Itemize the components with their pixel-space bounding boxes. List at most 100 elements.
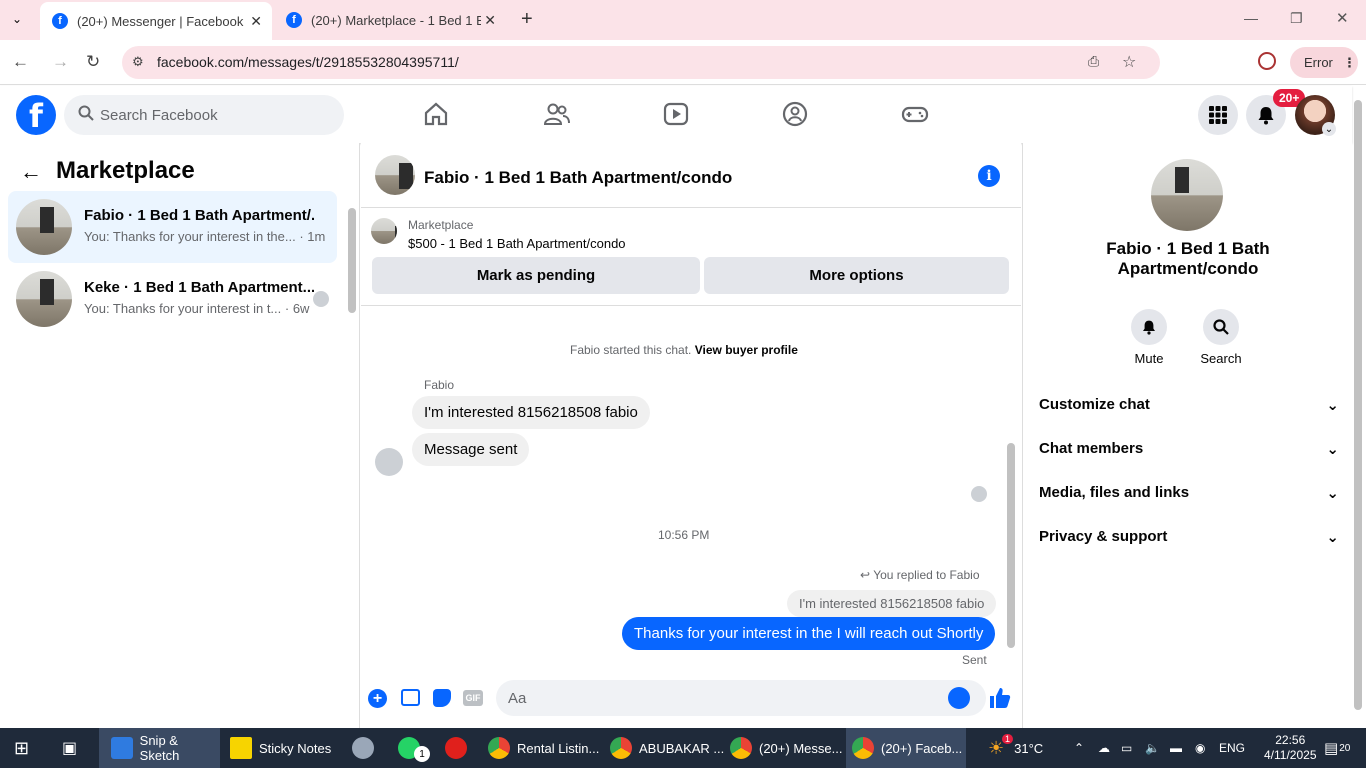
quoted-message[interactable]: I'm interested 8156218508 fabio: [787, 590, 997, 617]
section-chat-members[interactable]: Chat members ⌄: [1039, 440, 1339, 458]
details-name: Fabio · 1 Bed 1 Bath Apartment/condo: [1106, 239, 1270, 278]
info-icon[interactable]: i: [978, 165, 1000, 187]
plus-icon[interactable]: +: [368, 689, 387, 708]
more-options-button[interactable]: More options: [704, 257, 1009, 294]
tab-search-chevron-icon[interactable]: ⌄: [12, 12, 22, 26]
reload-icon[interactable]: ↻: [86, 52, 100, 72]
search-action[interactable]: Search: [1191, 309, 1251, 366]
forward-arrow-icon[interactable]: →: [52, 52, 69, 72]
conversation-name: Fabio · 1 Bed 1 Bath Apartment/...: [84, 207, 314, 224]
taskbar-whatsapp[interactable]: 1: [398, 728, 430, 768]
taskbar-sticky-notes[interactable]: Sticky Notes: [230, 728, 331, 768]
listing-price-title[interactable]: $500 - 1 Bed 1 Bath Apartment/condo: [408, 236, 626, 251]
facebook-favicon-icon: f: [52, 13, 68, 29]
mark-as-pending-button[interactable]: Mark as pending: [372, 257, 700, 294]
app-label: (20+) Messe...: [759, 740, 843, 756]
mute-label: Mute: [1134, 351, 1164, 366]
input-language[interactable]: ENG: [1219, 728, 1245, 768]
video-icon[interactable]: [662, 100, 690, 128]
conversation-snippet: You: Thanks for your interest in t... · …: [84, 301, 310, 316]
back-arrow-icon[interactable]: ←: [12, 52, 29, 72]
listing-photo[interactable]: [1151, 159, 1223, 231]
install-app-icon[interactable]: ⎙: [1088, 53, 1099, 70]
tray-camera-icon[interactable]: ◉: [1195, 728, 1205, 768]
window-close-icon[interactable]: ✕: [1336, 9, 1349, 27]
conversation-item-keke[interactable]: Keke · 1 Bed 1 Bath Apartment... You: Th…: [8, 263, 337, 335]
gif-icon[interactable]: GIF: [463, 690, 483, 706]
tray-volume-icon[interactable]: 🔈: [1145, 728, 1160, 768]
taskbar-chrome-abubakar[interactable]: ABUBAKAR ...: [610, 728, 724, 768]
listing-thumbnail: [16, 271, 72, 327]
taskbar-snip-sketch[interactable]: Snip & Sketch: [99, 728, 220, 768]
clock-date: 4/11/2025: [1264, 748, 1317, 762]
site-settings-icon[interactable]: ⚙: [132, 54, 144, 70]
chat-started-notice: Fabio started this chat. View buyer prof…: [570, 343, 798, 357]
app-label: (20+) Faceb...: [881, 740, 963, 756]
facebook-logo-icon[interactable]: f: [16, 95, 56, 135]
section-media-files-links[interactable]: Media, files and links ⌄: [1039, 484, 1339, 502]
chevron-down-icon: ⌄: [1326, 397, 1339, 414]
tray-battery-icon[interactable]: ▬: [1170, 728, 1182, 768]
search-placeholder: Search Facebook: [100, 106, 218, 124]
omnibox[interactable]: ⚙ facebook.com/messages/t/29185532804395…: [122, 46, 1160, 79]
windows-start-icon[interactable]: ⊞: [14, 728, 29, 768]
reply-arrow-icon: ↩: [860, 568, 871, 582]
profile-icon[interactable]: [1258, 52, 1276, 70]
outgoing-message[interactable]: Thanks for your interest in the I will r…: [622, 617, 996, 650]
groups-icon[interactable]: [781, 100, 809, 128]
taskbar-app[interactable]: [352, 728, 381, 768]
chat-list-scrollbar[interactable]: [348, 208, 356, 313]
account-chevron-icon[interactable]: ⌄: [1322, 122, 1336, 136]
section-customize-chat[interactable]: Customize chat ⌄: [1039, 396, 1339, 414]
browser-error-button[interactable]: Error ⋮: [1290, 47, 1358, 78]
mute-action[interactable]: Mute: [1119, 309, 1179, 366]
chat-scrollbar[interactable]: [1007, 443, 1015, 648]
emoji-icon[interactable]: [948, 687, 970, 709]
taskbar-chrome-rental[interactable]: Rental Listin...: [488, 728, 599, 768]
tab-title: (20+) Marketplace - 1 Bed 1 Ba: [311, 12, 481, 28]
restore-icon[interactable]: ❐: [1290, 10, 1303, 27]
weather-widget[interactable]: ☀ 1 31°C: [988, 728, 1043, 768]
tab-messenger[interactable]: f (20+) Messenger | Facebook ✕: [40, 2, 272, 40]
sender-avatar[interactable]: [375, 448, 403, 476]
taskbar-opera[interactable]: [445, 728, 474, 768]
close-tab-icon[interactable]: ✕: [484, 12, 496, 29]
address-bar-row: ← → ↻ ⚙ facebook.com/messages/t/29185532…: [0, 40, 1366, 85]
chat-title[interactable]: Fabio · 1 Bed 1 Bath Apartment/condo: [424, 168, 732, 188]
gaming-icon[interactable]: [901, 100, 929, 128]
chevron-down-icon: ⌄: [1326, 485, 1339, 502]
page-scrollbar[interactable]: [1354, 100, 1362, 710]
conversation-item-fabio[interactable]: Fabio · 1 Bed 1 Bath Apartment/... You: …: [8, 191, 337, 263]
message-status: Sent: [962, 653, 987, 667]
task-view-icon[interactable]: ▣: [62, 728, 77, 768]
tray-network-icon[interactable]: ▭: [1121, 728, 1132, 768]
thumbs-up-icon[interactable]: [988, 686, 1012, 710]
back-arrow-icon[interactable]: ←: [20, 159, 42, 185]
tab-marketplace[interactable]: f (20+) Marketplace - 1 Bed 1 Ba ✕: [274, 0, 506, 40]
new-tab-plus-icon[interactable]: +: [521, 8, 533, 31]
windows-taskbar: ⊞ ▣ Snip & Sketch Sticky Notes 1 Rental …: [0, 728, 1366, 768]
notification-icon: ▤: [1324, 740, 1339, 757]
chat-avatar[interactable]: [375, 155, 415, 195]
incoming-message[interactable]: Message sent: [412, 433, 530, 466]
message-input[interactable]: Aa: [496, 680, 986, 716]
gallery-icon[interactable]: [401, 689, 420, 706]
tray-cloud-icon[interactable]: ☁: [1098, 728, 1110, 768]
home-icon[interactable]: [422, 100, 450, 128]
friends-icon[interactable]: [542, 100, 570, 128]
tray-chevron-icon[interactable]: ⌃: [1074, 728, 1084, 768]
facebook-search-input[interactable]: Search Facebook: [64, 95, 344, 135]
section-privacy-support[interactable]: Privacy & support ⌄: [1039, 528, 1339, 546]
minimize-icon[interactable]: —: [1244, 10, 1258, 26]
marketplace-chat-list: ← Marketplace Fabio · 1 Bed 1 Bath Apart…: [0, 143, 360, 728]
sticker-icon[interactable]: [433, 689, 451, 707]
view-buyer-profile-link[interactable]: View buyer profile: [695, 343, 798, 357]
bookmark-star-icon[interactable]: ☆: [1122, 52, 1136, 72]
clock[interactable]: 22:56 4/11/2025: [1264, 728, 1317, 768]
taskbar-chrome-facebook[interactable]: (20+) Faceb...: [846, 728, 966, 768]
close-tab-icon[interactable]: ✕: [250, 13, 262, 30]
incoming-message[interactable]: I'm interested 8156218508 fabio: [412, 396, 650, 429]
menu-grid-button[interactable]: [1198, 95, 1238, 135]
taskbar-chrome-messenger[interactable]: (20+) Messe...: [730, 728, 842, 768]
action-center-button[interactable]: ▤ 20: [1324, 728, 1350, 768]
